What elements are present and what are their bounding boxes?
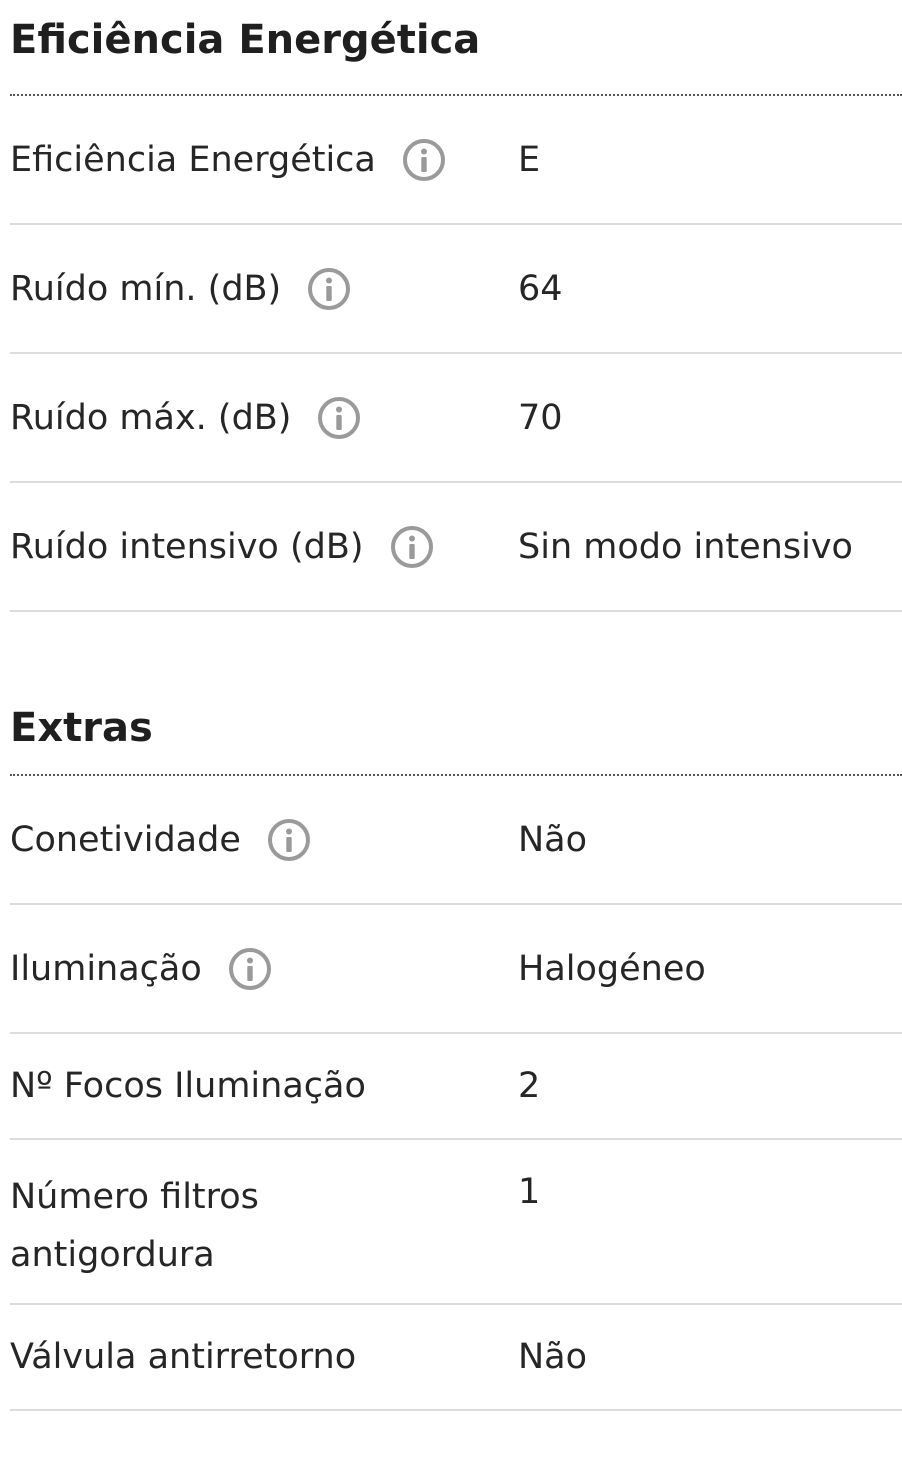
spec-label: Eficiência Energética (10, 139, 376, 180)
spec-row-connectivity: Conetividade Não (10, 776, 902, 905)
info-icon[interactable] (317, 396, 361, 440)
spec-row-noise-intensive: Ruído intensivo (dB) Sin modo intensivo (10, 483, 902, 612)
spec-label: Ruído máx. (dB) (10, 397, 292, 438)
section-title-energy-efficiency: Eficiência Energética (10, 0, 902, 96)
info-icon[interactable] (267, 818, 311, 862)
spec-value: Não (518, 819, 588, 860)
spec-row-noise-min: Ruído mín. (dB) 64 (10, 225, 902, 354)
spec-label: Ruído mín. (dB) (10, 268, 282, 309)
spec-row-noise-max: Ruído máx. (dB) 70 (10, 354, 902, 483)
spec-label: Nº Focos Iluminação (10, 1066, 366, 1106)
spec-value: 2 (518, 1066, 541, 1106)
spec-label: Número filtros antigordura (10, 1177, 259, 1275)
spec-row-energy-efficiency: Eficiência Energética E (10, 96, 902, 225)
info-icon[interactable] (390, 525, 434, 569)
spec-value: E (518, 139, 541, 180)
spec-value: 1 (518, 1172, 541, 1212)
section-title-extras: Extras (10, 694, 902, 776)
spec-value: Halogéneo (518, 948, 706, 989)
spec-row-lighting: Iluminação Halogéneo (10, 905, 902, 1034)
spec-value: Sin modo intensivo (518, 526, 853, 567)
info-icon[interactable] (228, 947, 272, 991)
info-icon[interactable] (307, 267, 351, 311)
spec-row-backflow-valve: Válvula antirretorno Não (10, 1305, 902, 1411)
spec-value: 70 (518, 397, 563, 438)
spec-row-grease-filters: Número filtros antigordura 1 (10, 1140, 902, 1305)
spec-label: Iluminação (10, 948, 202, 989)
info-icon[interactable] (402, 138, 446, 182)
spec-row-lighting-spots: Nº Focos Iluminação 2 (10, 1034, 902, 1140)
spec-label: Válvula antirretorno (10, 1337, 357, 1377)
spec-sheet: Eficiência Energética Eficiência Energét… (10, 0, 902, 1411)
spec-label: Conetividade (10, 819, 241, 860)
spec-value: Não (518, 1337, 588, 1377)
spec-value: 64 (518, 268, 563, 309)
spec-label: Ruído intensivo (dB) (10, 526, 364, 567)
